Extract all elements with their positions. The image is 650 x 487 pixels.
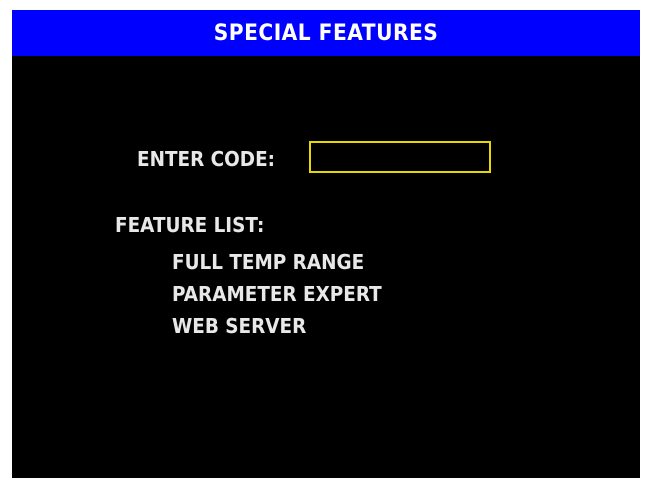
feature-list: FULL TEMP RANGE PARAMETER EXPERT WEB SER…	[172, 246, 400, 342]
code-input-field[interactable]	[309, 141, 491, 173]
enter-code-label: ENTER CODE:	[137, 147, 276, 171]
special-features-screen: SPECIAL FEATURES ENTER CODE: FEATURE LIS…	[12, 10, 640, 478]
title-bar: SPECIAL FEATURES	[12, 10, 640, 56]
feature-item-full-temp-range: FULL TEMP RANGE	[172, 250, 365, 274]
feature-item-parameter-expert: PARAMETER EXPERT	[172, 282, 382, 306]
screen-title: SPECIAL FEATURES	[213, 20, 439, 46]
feature-item-web-server: WEB SERVER	[172, 314, 307, 338]
feature-list-heading: FEATURE LIST:	[115, 213, 265, 237]
